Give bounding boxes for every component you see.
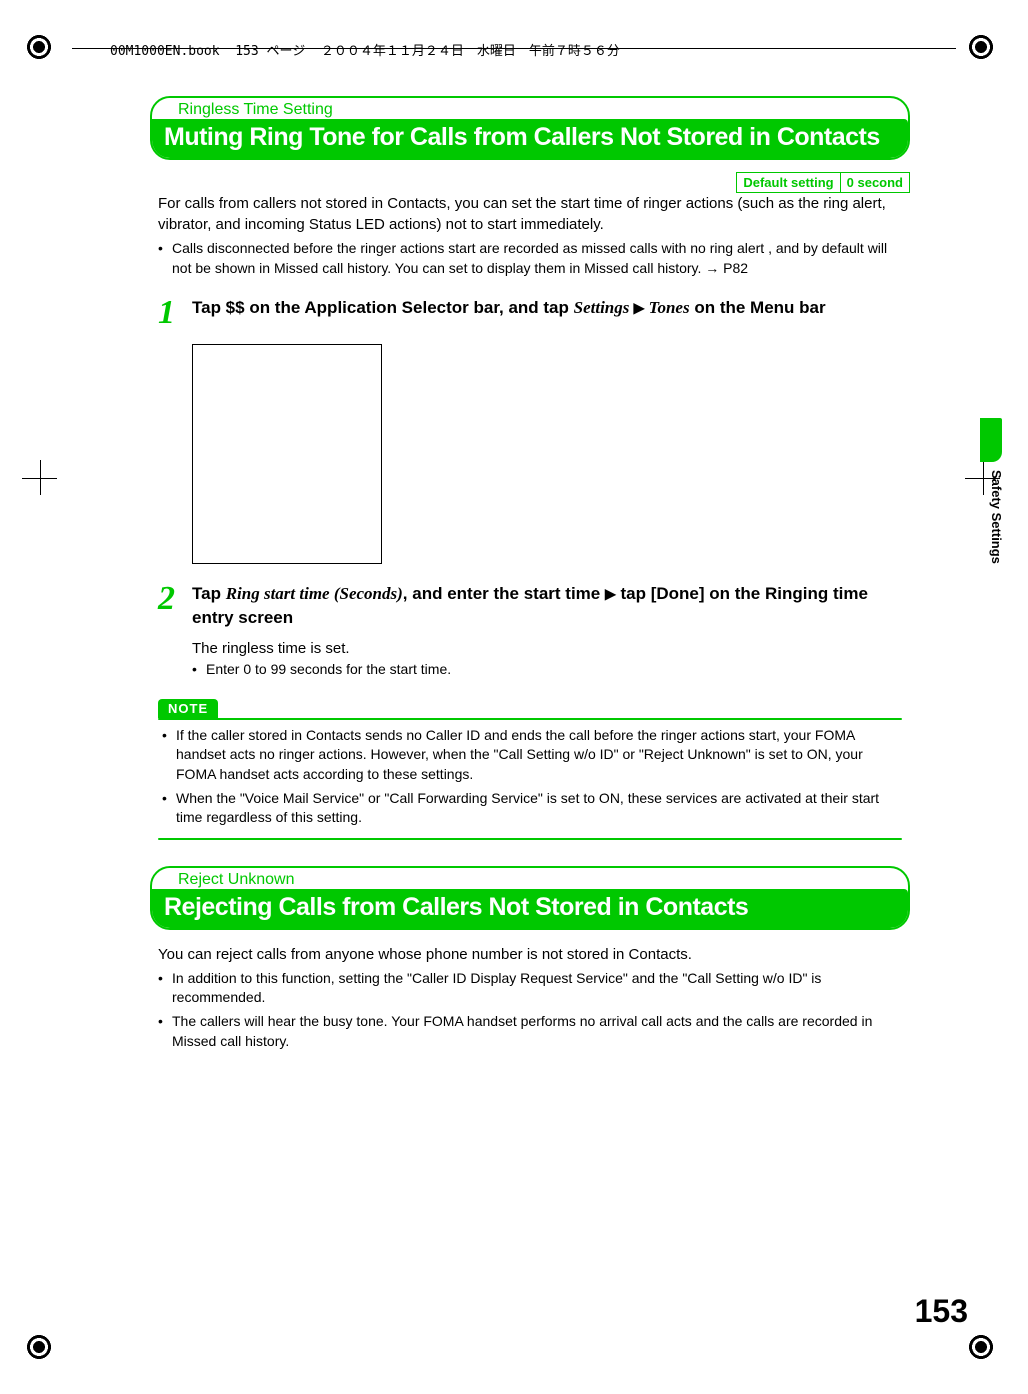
section-tag: Ringless Time Setting bbox=[164, 98, 347, 119]
triangle-right-icon: ▶ bbox=[634, 300, 645, 316]
intro-paragraph: You can reject calls from anyone whose p… bbox=[158, 944, 902, 965]
step-number: 1 bbox=[158, 296, 192, 330]
intro-bullet: In addition to this function, setting th… bbox=[158, 969, 902, 1008]
page-number: 153 bbox=[915, 1293, 968, 1330]
text: Tap $$ on the Application Selector bar, … bbox=[192, 298, 574, 317]
step-number: 2 bbox=[158, 582, 192, 681]
intro-bullet: The callers will hear the busy tone. You… bbox=[158, 1012, 902, 1051]
text: Tap bbox=[192, 584, 226, 603]
crop-mark-icon bbox=[22, 1330, 56, 1364]
triangle-right-icon: ▶ bbox=[605, 586, 616, 602]
intro-bullet: Calls disconnected before the ringer act… bbox=[158, 239, 902, 278]
step-title: Tap Ring start time (Seconds), and enter… bbox=[192, 582, 902, 630]
section-thumb-tab bbox=[980, 418, 1002, 462]
note-bullet: When the "Voice Mail Service" or "Call F… bbox=[162, 789, 898, 828]
section-header-ringless: Ringless Time Setting Muting Ring Tone f… bbox=[150, 96, 910, 160]
step-title: Tap $$ on the Application Selector bar, … bbox=[192, 296, 902, 320]
section-title: Rejecting Calls from Callers Not Stored … bbox=[152, 889, 908, 928]
section-tag: Reject Unknown bbox=[164, 868, 309, 889]
text-em: Ring start time (Seconds) bbox=[226, 584, 403, 603]
crop-mark-icon bbox=[964, 30, 998, 64]
step-subtext: The ringless time is set. bbox=[192, 640, 902, 657]
section-header-reject-unknown: Reject Unknown Rejecting Calls from Call… bbox=[150, 866, 910, 930]
default-setting-badge: Default setting 0 second bbox=[736, 172, 910, 193]
crop-mark-icon bbox=[22, 30, 56, 64]
crop-mark-icon bbox=[22, 460, 57, 495]
section-title: Muting Ring Tone for Calls from Callers … bbox=[152, 119, 908, 158]
crop-mark-icon bbox=[964, 1330, 998, 1364]
step-2: 2 Tap Ring start time (Seconds), and ent… bbox=[158, 582, 902, 681]
step-sub-bullet: Enter 0 to 99 seconds for the start time… bbox=[192, 661, 902, 677]
print-header-text: 00M1000EN.book 153 ページ ２００４年１１月２４日 水曜日 午… bbox=[110, 40, 620, 59]
note-label: NOTE bbox=[158, 699, 218, 718]
section-side-label: Safety Settings bbox=[989, 470, 1004, 564]
intro-paragraph: For calls from callers not stored in Con… bbox=[158, 193, 902, 235]
default-setting-value: 0 second bbox=[841, 172, 910, 193]
text: on the Menu bar bbox=[690, 298, 826, 317]
text-em: Settings bbox=[574, 298, 634, 317]
default-setting-label: Default setting bbox=[736, 172, 840, 193]
text: , and enter the start time bbox=[403, 584, 605, 603]
text-em: Tones bbox=[644, 298, 689, 317]
screenshot-placeholder bbox=[192, 344, 382, 564]
step-1: 1 Tap $$ on the Application Selector bar… bbox=[158, 296, 902, 330]
note-bullet: If the caller stored in Contacts sends n… bbox=[162, 726, 898, 785]
note-box: NOTE If the caller stored in Contacts se… bbox=[158, 699, 902, 840]
